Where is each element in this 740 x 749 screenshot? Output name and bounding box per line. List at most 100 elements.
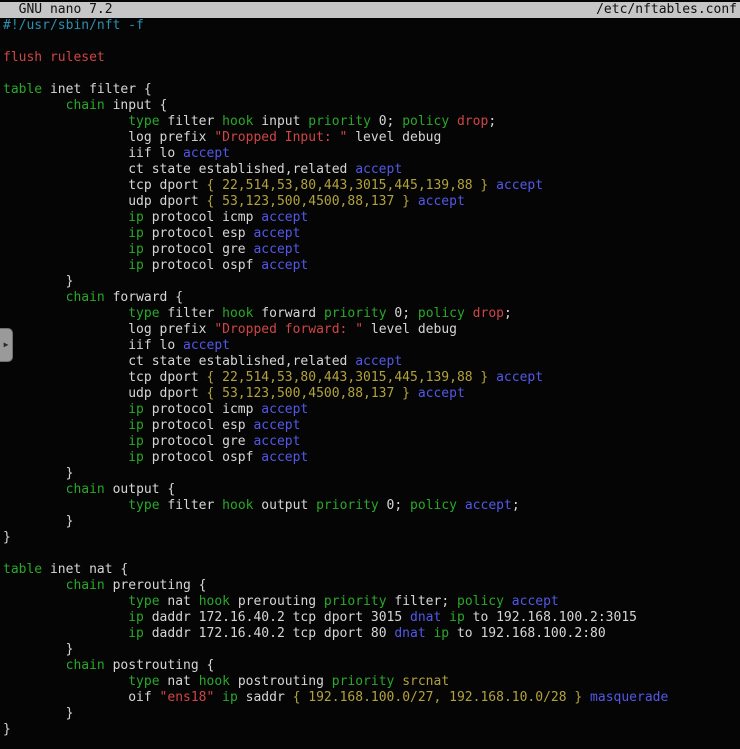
code-line[interactable]: tcp dport { 22,514,53,80,443,3015,445,13… <box>3 178 740 194</box>
code-line[interactable]: iif lo accept <box>3 146 740 162</box>
code-token: 0; <box>379 498 410 513</box>
code-line[interactable]: log prefix "Dropped Input: " level debug <box>3 130 740 146</box>
code-line[interactable]: type nat hook postrouting priority srcna… <box>3 674 740 690</box>
code-token <box>3 610 128 625</box>
code-token <box>3 658 66 673</box>
code-token: 0; <box>387 306 418 321</box>
code-token: log prefix <box>3 322 214 337</box>
code-token: prerouting { <box>105 578 207 593</box>
code-token: ip <box>128 210 144 225</box>
code-token <box>449 114 457 129</box>
code-token: ; <box>504 306 512 321</box>
code-token: accept <box>512 594 559 609</box>
editor-area[interactable]: #!/usr/sbin/nft -f flush ruleset table ine… <box>0 18 740 738</box>
code-token: accept <box>253 418 300 433</box>
code-token: table <box>3 82 42 97</box>
code-line[interactable]: } <box>3 514 740 530</box>
code-line[interactable]: iif lo accept <box>3 338 740 354</box>
code-line[interactable]: chain postrouting { <box>3 658 740 674</box>
code-token: output { <box>105 482 175 497</box>
code-token <box>441 610 449 625</box>
code-line[interactable]: table inet filter { <box>3 82 740 98</box>
code-token: policy <box>402 114 449 129</box>
code-token <box>3 242 128 257</box>
code-line[interactable] <box>3 34 740 50</box>
code-token: hook <box>222 498 253 513</box>
code-token: protocol gre <box>144 434 254 449</box>
code-token <box>3 98 66 113</box>
code-line[interactable]: ip protocol ospf accept <box>3 450 740 466</box>
code-token: protocol icmp <box>144 210 261 225</box>
code-token: hook <box>222 306 253 321</box>
code-line[interactable]: } <box>3 642 740 658</box>
code-line[interactable]: ct state established,related accept <box>3 162 740 178</box>
code-token: { 22,514,53,80,443,3015,445,139,88 } <box>207 178 489 193</box>
code-token: ip <box>449 610 465 625</box>
code-line[interactable]: udp dport { 53,123,500,4500,88,137 } acc… <box>3 386 740 402</box>
code-token: } <box>3 530 11 545</box>
code-token: "Dropped forward: " <box>214 322 363 337</box>
code-line[interactable]: chain output { <box>3 482 740 498</box>
code-line[interactable]: chain input { <box>3 98 740 114</box>
code-line[interactable]: chain prerouting { <box>3 578 740 594</box>
code-token: iif lo <box>3 338 183 353</box>
code-line[interactable]: ip daddr 172.16.40.2 tcp dport 80 dnat i… <box>3 626 740 642</box>
code-token: filter; <box>387 594 457 609</box>
code-line[interactable]: ip protocol icmp accept <box>3 402 740 418</box>
code-token: daddr 172.16.40.2 tcp dport 80 <box>144 626 394 641</box>
code-token: accept <box>183 338 230 353</box>
code-line[interactable]: } <box>3 706 740 722</box>
code-line[interactable]: type filter hook input priority 0; polic… <box>3 114 740 130</box>
code-line[interactable]: ip protocol gre accept <box>3 434 740 450</box>
code-token: input <box>253 114 308 129</box>
code-token: log prefix <box>3 130 214 145</box>
code-line[interactable]: log prefix "Dropped forward: " level deb… <box>3 322 740 338</box>
code-token: accept <box>418 386 465 401</box>
code-token: accept <box>496 370 543 385</box>
code-token: priority <box>324 306 387 321</box>
code-token: tcp dport <box>3 370 207 385</box>
code-line[interactable]: } <box>3 530 740 546</box>
code-line[interactable]: type filter hook output priority 0; poli… <box>3 498 740 514</box>
code-line[interactable]: } <box>3 274 740 290</box>
code-line[interactable] <box>3 546 740 562</box>
code-line[interactable]: ip protocol esp accept <box>3 418 740 434</box>
code-line[interactable]: type nat hook prerouting priority filter… <box>3 594 740 610</box>
code-line[interactable]: tcp dport { 22,514,53,80,443,3015,445,13… <box>3 370 740 386</box>
code-line[interactable]: } <box>3 466 740 482</box>
code-line[interactable]: udp dport { 53,123,500,4500,88,137 } acc… <box>3 194 740 210</box>
code-token: udp dport <box>3 194 207 209</box>
code-line[interactable]: } <box>3 722 740 738</box>
code-line[interactable]: ip protocol esp accept <box>3 226 740 242</box>
side-panel-toggle[interactable]: ▶ <box>0 328 13 362</box>
code-line[interactable]: #!/usr/sbin/nft -f <box>3 18 740 34</box>
code-line[interactable]: ip daddr 172.16.40.2 tcp dport 3015 dnat… <box>3 610 740 626</box>
code-token: type <box>128 498 159 513</box>
code-token: iif lo <box>3 146 183 161</box>
code-line[interactable]: ip protocol icmp accept <box>3 210 740 226</box>
code-line[interactable]: type filter hook forward priority 0; pol… <box>3 306 740 322</box>
code-token <box>3 290 66 305</box>
code-line[interactable]: ct state established,related accept <box>3 354 740 370</box>
code-token: priority <box>324 594 387 609</box>
code-line[interactable]: table inet nat { <box>3 562 740 578</box>
code-token: drop <box>473 306 504 321</box>
code-token <box>3 258 128 273</box>
nano-titlebar: GNU nano 7.2 /etc/nftables.conf <box>0 2 740 18</box>
code-token: protocol icmp <box>144 402 261 417</box>
code-token: forward { <box>105 290 183 305</box>
code-token: inet filter { <box>42 82 152 97</box>
code-token <box>3 306 128 321</box>
code-token <box>3 626 128 641</box>
code-line[interactable] <box>3 66 740 82</box>
code-token <box>3 418 128 433</box>
code-line[interactable]: oif "ens18" ip saddr { 192.168.100.0/27,… <box>3 690 740 706</box>
code-line[interactable]: flush ruleset <box>3 50 740 66</box>
code-line[interactable]: ip protocol gre accept <box>3 242 740 258</box>
code-line[interactable]: ip protocol ospf accept <box>3 258 740 274</box>
code-line[interactable]: chain forward { <box>3 290 740 306</box>
code-token: accept <box>418 194 465 209</box>
code-token: accept <box>261 402 308 417</box>
code-token <box>3 434 128 449</box>
code-token <box>3 482 66 497</box>
